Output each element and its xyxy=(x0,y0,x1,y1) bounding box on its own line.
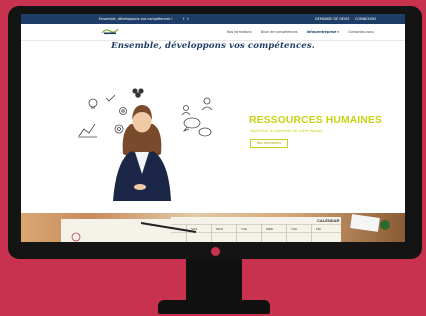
power-indicator xyxy=(211,247,220,256)
person-doodle-icon xyxy=(201,97,213,111)
social-icons[interactable]: f 𝕥 xyxy=(183,14,190,24)
nav-item-infos[interactable]: Infos/entreprise ▾ xyxy=(307,30,340,34)
gear-icon xyxy=(119,107,127,115)
nav-item-bilan[interactable]: Bilan de compétences xyxy=(261,30,298,34)
calendar-banner: CALENDAR SUN MON TUE WED THU FRI xyxy=(21,213,405,242)
calendar-photo: CALENDAR SUN MON TUE WED THU FRI xyxy=(61,214,390,242)
target-icon xyxy=(114,124,124,134)
top-bar: Ensemble, développons vos compétences ! … xyxy=(21,14,405,24)
speech-bubble-icon xyxy=(198,127,212,137)
hero-illustration xyxy=(78,88,213,201)
top-bar-slogan: Ensemble, développons vos compétences ! xyxy=(99,17,173,21)
businesswoman-photo xyxy=(113,105,171,201)
check-icon xyxy=(105,94,116,102)
calendar-day-label: SUN xyxy=(191,227,197,231)
login-link[interactable]: CONNEXION xyxy=(355,14,376,24)
nav-item-formations[interactable]: Nos formations xyxy=(227,30,252,34)
monitor-stand-base xyxy=(158,300,270,314)
calendar-day-label: TUE xyxy=(241,227,247,231)
main-navbar: Nos formations Bilan de compétences Info… xyxy=(21,24,405,41)
speech-bubble-icon xyxy=(182,117,201,132)
hero-cta-button[interactable]: Nos formations xyxy=(250,139,288,148)
team-icon xyxy=(132,88,144,98)
calendar-day-label: FRI xyxy=(316,227,321,231)
monitor-screen: Ensemble, développons vos compétences ! … xyxy=(21,14,405,242)
logo-icon[interactable] xyxy=(101,27,119,35)
chart-icon xyxy=(78,123,97,138)
quote-request-link[interactable]: DEMANDE DE DEVIS xyxy=(315,14,349,24)
calendar-day-label: WED xyxy=(266,227,274,231)
nav-menu: Nos formations Bilan de compétences Info… xyxy=(227,24,374,40)
person-doodle-icon xyxy=(181,105,191,116)
hero-title: RESSOURCES HUMAINES xyxy=(249,115,382,126)
nav-item-contact[interactable]: Contactez-nous xyxy=(348,30,374,34)
hero-subtitle: Optimiser le potentiel de votre équipe xyxy=(250,128,323,133)
monitor-stand-neck xyxy=(186,259,242,303)
calendar-title: CALENDAR xyxy=(317,218,340,223)
lightbulb-icon xyxy=(88,98,98,109)
page-headline: Ensemble, développons vos compétences. xyxy=(111,41,315,51)
calendar-day-label: THU xyxy=(291,227,297,231)
calendar-day-label: MON xyxy=(216,227,223,231)
